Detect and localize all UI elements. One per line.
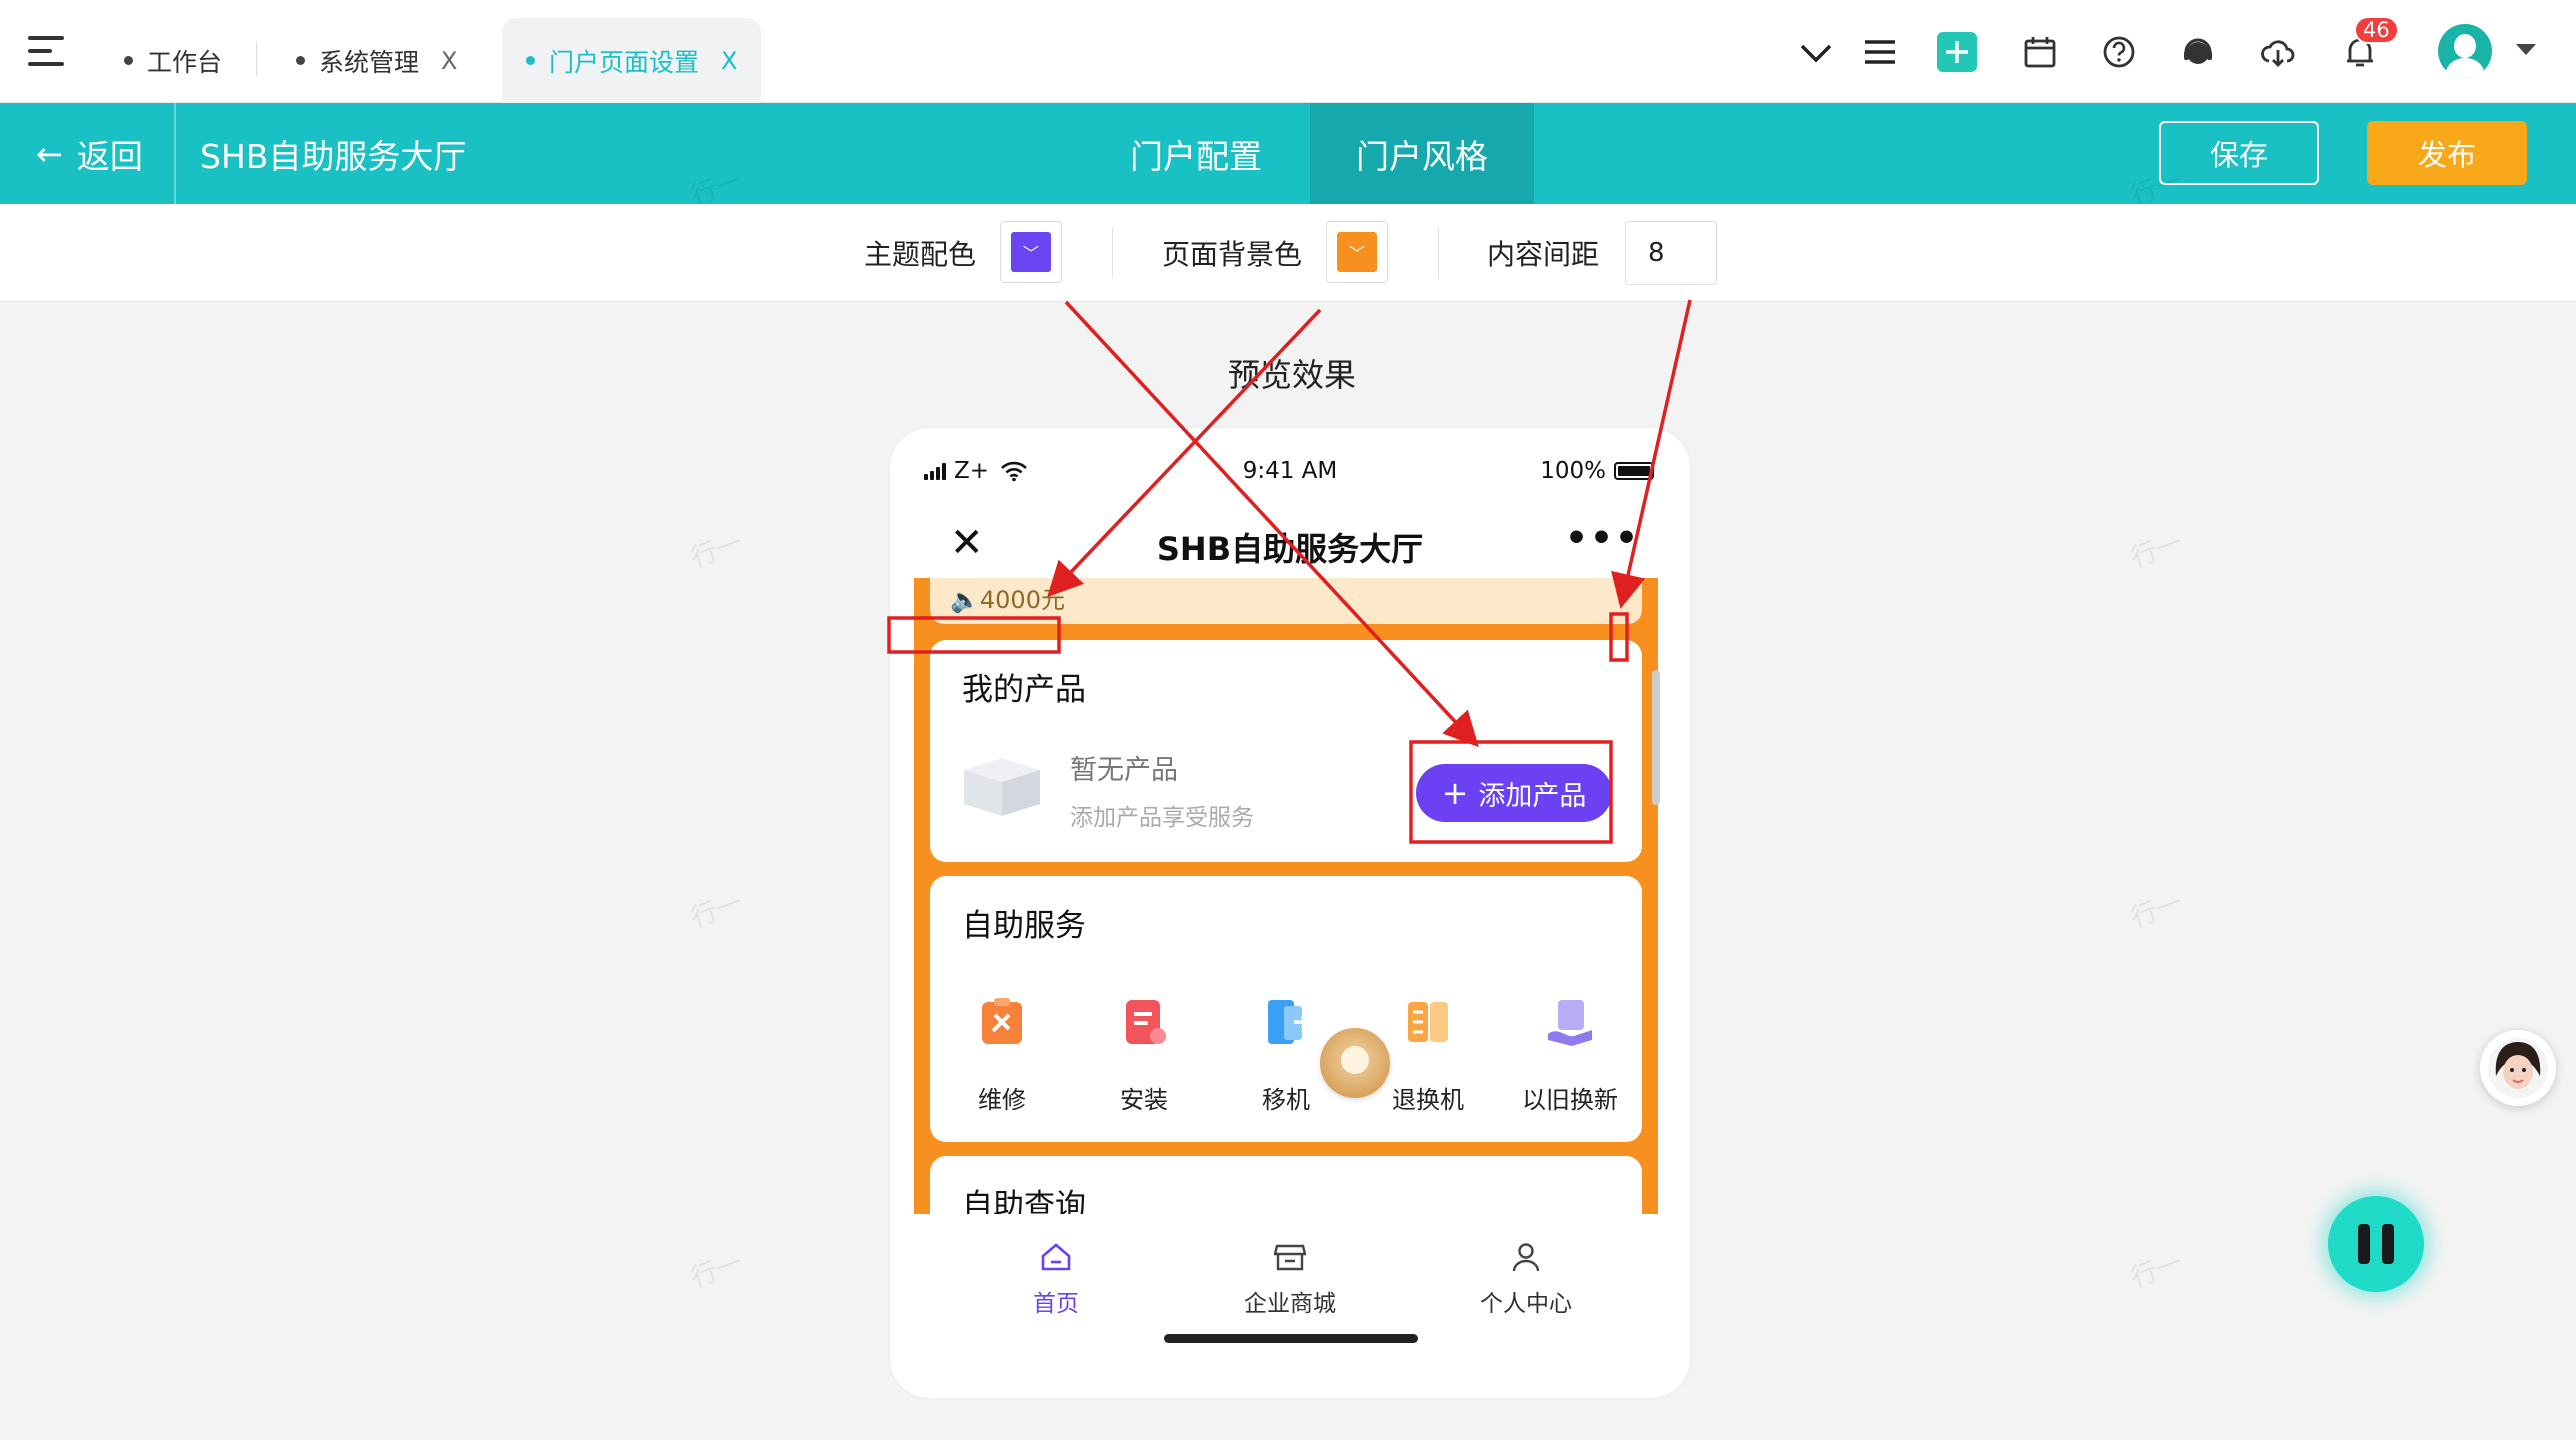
store-icon (1273, 1244, 1307, 1271)
tabbar-profile[interactable]: 个人中心 (1446, 1242, 1606, 1318)
watermark: 行一 (687, 887, 747, 934)
menu-collapse-icon[interactable] (28, 36, 64, 66)
exchange-icon (1408, 1002, 1448, 1042)
tabbar-label: 个人中心 (1480, 1291, 1572, 1317)
tab-label: 工作台 (147, 47, 223, 77)
my-products-card: 我的产品 暂无产品 添加产品享受服务 + 添加产品 (930, 640, 1642, 862)
tab-portal-config[interactable]: 门户配置 (1114, 103, 1278, 204)
notice-bar: 🔈4000元 (930, 578, 1642, 624)
self-service-card: 自助服务 维修 安装 移机 退换机 以旧换新 (930, 876, 1642, 1142)
battery-icon (1614, 462, 1654, 480)
back-label: 返回 (76, 136, 143, 176)
tabbar-store[interactable]: 企业商城 (1210, 1242, 1370, 1318)
portal-header: ← 返回 SHB自助服务大厅 门户配置 门户风格 保存 发布 (0, 103, 2576, 204)
cloud-download-icon[interactable] (2260, 34, 2296, 70)
content-spacing-input[interactable]: 8 (1625, 221, 1717, 285)
preview-label: 预览效果 (1228, 356, 1357, 394)
empty-products-subtitle: 添加产品享受服务 (1070, 805, 1254, 831)
tab-close-icon[interactable]: X (441, 47, 457, 75)
preview-scrollbar[interactable] (1652, 670, 1660, 805)
headset-service-icon[interactable] (1320, 1028, 1390, 1098)
back-button[interactable]: ← 返回 (36, 103, 143, 204)
add-icon[interactable] (1937, 32, 1977, 72)
tab-label: 门户页面设置 (549, 47, 700, 77)
tab-dot-icon (296, 56, 305, 65)
service-label: 维修 (978, 1086, 1026, 1114)
service-repair[interactable]: 维修 (942, 996, 1062, 1115)
preview-content: 🔈4000元 我的产品 暂无产品 添加产品享受服务 + 添加产品 自助服务 维修 (914, 578, 1658, 1214)
help-icon[interactable] (2101, 34, 2137, 70)
tab-system-management[interactable]: 系统管理 X (296, 18, 457, 103)
chevron-down-icon[interactable] (1798, 34, 1834, 70)
home-icon (1041, 1243, 1071, 1271)
service-label: 以旧换新 (1522, 1086, 1618, 1114)
tab-portal-style[interactable]: 门户风格 (1310, 103, 1534, 204)
list-icon[interactable] (1862, 34, 1898, 70)
tabbar-home[interactable]: 首页 (976, 1242, 1136, 1318)
service-label: 退换机 (1392, 1086, 1464, 1114)
more-icon[interactable]: ••• (1565, 518, 1640, 559)
bg-color-picker[interactable]: ﹀ (1326, 221, 1388, 283)
tabbar-label: 首页 (1033, 1291, 1079, 1317)
watermark: 行一 (2127, 887, 2187, 934)
add-product-button[interactable]: + 添加产品 (1416, 764, 1612, 822)
card-title: 自助查询 (962, 1188, 1086, 1214)
save-button[interactable]: 保存 (2159, 121, 2319, 185)
calendar-icon[interactable] (2022, 34, 2058, 70)
chevron-down-icon: ﹀ (1022, 244, 1039, 263)
plus-icon: + (1441, 774, 1469, 812)
self-query-card: 自助查询 (930, 1156, 1642, 1214)
ai-assistant-avatar[interactable] (2480, 1030, 2556, 1106)
tab-dot-icon (526, 56, 535, 65)
top-tab-bar: 工作台 系统管理 X 门户页面设置 X 46 (0, 0, 2576, 103)
service-label: 安装 (1120, 1086, 1168, 1114)
add-product-label: 添加产品 (1478, 780, 1587, 812)
home-indicator (1164, 1334, 1418, 1343)
notice-text: 🔈4000元 (950, 586, 1065, 614)
watermark: 行一 (2127, 1247, 2187, 1294)
avatar[interactable] (2438, 24, 2492, 78)
tab-close-icon[interactable]: X (721, 47, 737, 75)
tab-portal-page-settings[interactable]: 门户页面设置 X (502, 18, 762, 103)
arrow-left-icon: ← (36, 134, 63, 173)
trade-in-icon (1548, 1000, 1592, 1046)
empty-box-icon (964, 758, 1040, 816)
tab-workbench[interactable]: 工作台 (124, 18, 222, 103)
install-icon (1126, 1000, 1166, 1044)
tab-label: 系统管理 (319, 47, 420, 77)
pause-button[interactable] (2328, 1196, 2424, 1292)
card-title: 我的产品 (962, 672, 1086, 708)
customer-service-icon[interactable] (2180, 34, 2216, 70)
portal-title: SHB自助服务大厅 (200, 136, 467, 176)
status-bar: Z+ 9:41 AM 100% (890, 458, 1690, 498)
card-title: 自助服务 (962, 908, 1086, 944)
battery-label: 100% (1540, 458, 1606, 484)
publish-button[interactable]: 发布 (2367, 121, 2527, 185)
theme-color-picker[interactable]: ﹀ (1000, 221, 1062, 283)
theme-color-label: 主题配色 (864, 238, 977, 271)
move-icon (1268, 1000, 1311, 1044)
mini-app-nav: ✕ SHB自助服务大厅 ••• (890, 508, 1690, 578)
empty-products-title: 暂无产品 (1070, 755, 1178, 786)
watermark: 行一 (687, 527, 747, 574)
caret-down-icon[interactable] (2514, 42, 2538, 58)
service-trade-in[interactable]: 以旧换新 (1510, 996, 1630, 1115)
bg-color-label: 页面背景色 (1162, 238, 1303, 271)
tab-dot-icon (124, 56, 133, 65)
assistant-avatar-icon (2488, 1038, 2548, 1098)
tabbar-label: 企业商城 (1244, 1291, 1336, 1317)
repair-icon (982, 998, 1022, 1044)
mini-app-tabbar: 首页 企业商城 个人中心 (890, 1228, 1690, 1328)
watermark: 行一 (2127, 527, 2187, 574)
service-install[interactable]: 安装 (1084, 996, 1204, 1115)
chevron-down-icon: ﹀ (1348, 244, 1365, 263)
user-icon (1512, 1243, 1540, 1272)
watermark: 行一 (687, 1247, 747, 1294)
content-spacing-label: 内容间距 (1487, 238, 1600, 271)
notification-badge: 46 (2354, 16, 2399, 44)
phone-preview: Z+ 9:41 AM 100% ✕ SHB自助服务大厅 ••• 🔈4000元 我… (890, 428, 1690, 1398)
style-settings-bar: 主题配色 ﹀ 页面背景色 ﹀ 内容间距 8 (0, 204, 2576, 302)
